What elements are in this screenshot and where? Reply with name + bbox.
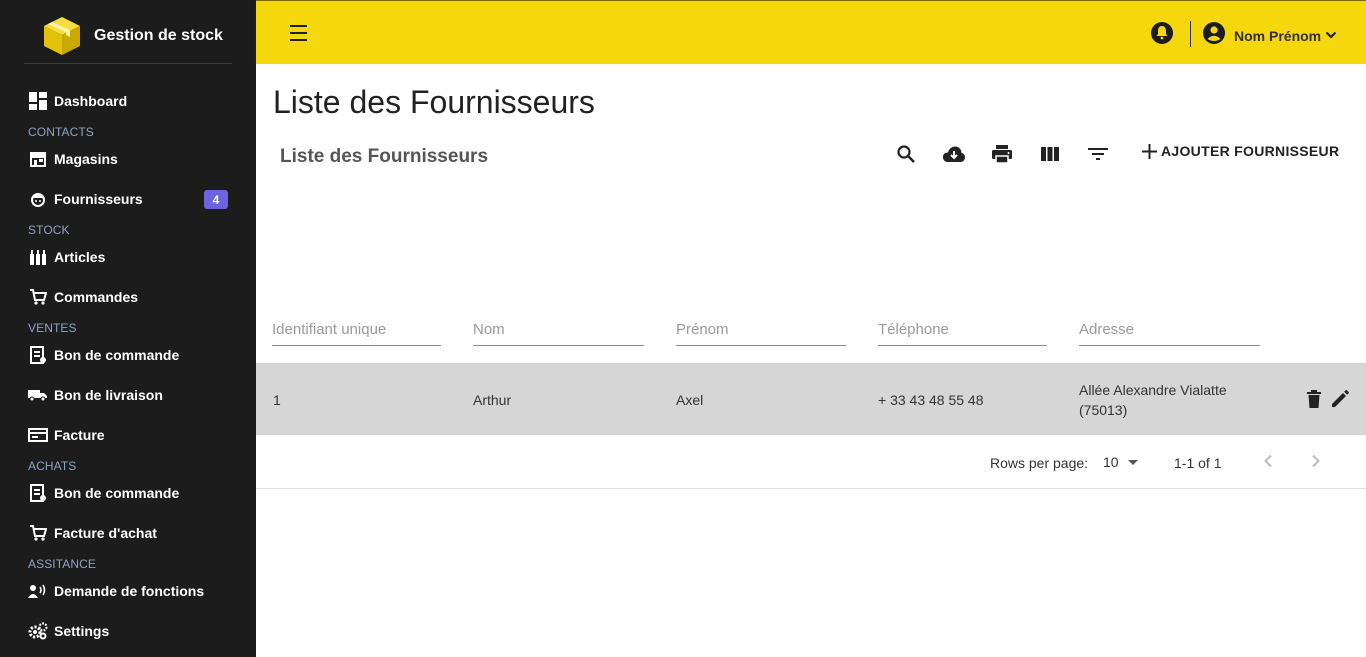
user-menu[interactable]: Nom Prénom — [1202, 21, 1337, 50]
cart-icon — [28, 287, 48, 307]
add-supplier-label: AJOUTER FOURNISSEUR — [1161, 143, 1340, 159]
account-circle-icon — [1202, 21, 1226, 50]
sidebar-item-magasins[interactable]: Magasins — [28, 148, 238, 170]
filter-input[interactable] — [1079, 321, 1260, 338]
sidebar-item-label: Facture — [54, 427, 105, 443]
bottles-icon — [28, 247, 48, 267]
sidebar-item-label: Facture d'achat — [54, 525, 157, 541]
package-box-icon — [43, 16, 81, 61]
section-stock: STOCK — [28, 223, 70, 237]
menu-icon[interactable] — [290, 25, 310, 41]
supplier-icon — [28, 189, 48, 209]
order-doc-icon — [28, 483, 48, 503]
sidebar: Gestion de stock Dashboard CONTACTS Maga… — [0, 0, 256, 657]
cell-nom: Arthur — [473, 392, 512, 408]
voice-request-icon — [28, 581, 48, 601]
row-actions — [1304, 388, 1350, 410]
sidebar-item-label: Magasins — [54, 151, 118, 167]
divider — [1190, 21, 1191, 47]
filter-input[interactable] — [473, 321, 644, 338]
section-contacts: CONTACTS — [28, 125, 94, 139]
count-badge: 4 — [204, 190, 228, 209]
sidebar-item-label: Bon de commande — [54, 347, 180, 363]
user-name: Nom Prénom — [1234, 27, 1322, 44]
brand[interactable]: Gestion de stock — [24, 0, 232, 64]
sidebar-item-facture[interactable]: Facture — [28, 424, 238, 446]
sidebar-item-fournisseurs[interactable]: Fournisseurs 4 — [28, 188, 238, 210]
filter-input[interactable] — [676, 321, 846, 338]
top-app-bar: Nom Prénom — [256, 0, 1366, 64]
pagination-range: 1-1 of 1 — [1174, 455, 1222, 471]
sidebar-item-dashboard[interactable]: Dashboard — [28, 90, 238, 112]
sidebar-item-label: Dashboard — [54, 93, 128, 109]
truck-icon — [28, 385, 48, 405]
next-page-button[interactable] — [1304, 451, 1328, 475]
add-supplier-button[interactable]: AJOUTER FOURNISSEUR — [1142, 143, 1339, 159]
edit-pencil-icon[interactable] — [1330, 388, 1350, 410]
store-icon — [28, 149, 48, 169]
cell-adresse-line1: Allée Alexandre Vialatte — [1079, 382, 1227, 398]
gears-icon — [28, 621, 48, 641]
invoice-icon — [28, 425, 48, 445]
sidebar-item-settings[interactable]: Settings — [28, 620, 238, 642]
sidebar-item-label: Demande de fonctions — [54, 583, 205, 599]
section-assistance: ASSITANCE — [28, 557, 97, 571]
rows-per-page-label: Rows per page: — [990, 455, 1089, 471]
search-icon[interactable] — [894, 142, 918, 166]
sidebar-item-label: Bon de livraison — [54, 387, 163, 403]
print-icon[interactable] — [990, 142, 1014, 166]
filter-input[interactable] — [878, 321, 1047, 338]
cloud-download-icon[interactable] — [942, 142, 966, 166]
filter-identifiant-input[interactable] — [272, 320, 441, 346]
chevron-left-icon — [1263, 454, 1273, 473]
caret-down-icon — [1127, 459, 1138, 465]
chevron-right-icon — [1311, 454, 1321, 473]
sidebar-item-label: Articles — [54, 249, 106, 265]
cell-id: 1 — [273, 392, 281, 408]
rows-per-page-select[interactable]: 10 — [1103, 454, 1138, 470]
chevron-down-icon — [1325, 27, 1337, 45]
cell-telephone: + 33 43 48 55 48 — [878, 392, 984, 408]
cell-adresse-line2: (75013) — [1079, 402, 1128, 418]
sidebar-item-commandes[interactable]: Commandes — [28, 286, 238, 308]
filter-adresse-input[interactable] — [1079, 320, 1260, 346]
sidebar-item-label: Bon de commande — [54, 485, 180, 501]
sidebar-item-articles[interactable]: Articles — [28, 246, 238, 268]
table-title: Liste des Fournisseurs — [280, 146, 489, 167]
delete-icon[interactable] — [1304, 388, 1324, 410]
sidebar-item-label: Fournisseurs — [54, 191, 143, 207]
filter-input[interactable] — [272, 321, 441, 338]
plus-icon — [1142, 143, 1157, 159]
previous-page-button[interactable] — [1256, 451, 1280, 475]
cell-prenom: Axel — [676, 392, 704, 408]
sidebar-item-bon-de-commande-ventes[interactable]: Bon de commande — [28, 344, 238, 366]
sidebar-item-label: Settings — [54, 623, 110, 639]
sidebar-item-facture-achat[interactable]: Facture d'achat — [28, 522, 238, 544]
filter-nom-input[interactable] — [473, 320, 644, 346]
section-achats: ACHATS — [28, 459, 77, 473]
data-table: Liste des Fournisseurs AJOUTER FOURNISSE… — [256, 122, 1366, 489]
table-pagination: Rows per page: 10 1-1 of 1 — [256, 435, 1366, 489]
filter-telephone-input[interactable] — [878, 320, 1047, 346]
app-title: Gestion de stock — [94, 27, 223, 44]
dashboard-icon — [28, 91, 48, 111]
sidebar-item-demande-de-fonctions[interactable]: Demande de fonctions — [28, 580, 238, 602]
notification-bell-icon[interactable] — [1150, 21, 1174, 50]
filter-list-icon[interactable] — [1086, 142, 1110, 166]
sidebar-item-label: Commandes — [54, 289, 139, 305]
order-doc-icon — [28, 345, 48, 365]
table-row[interactable]: 1 Arthur Axel + 33 43 48 55 48 Allée Ale… — [256, 363, 1366, 435]
sidebar-item-bon-de-commande-achats[interactable]: Bon de commande — [28, 482, 238, 504]
view-columns-icon[interactable] — [1038, 142, 1062, 166]
filter-prenom-input[interactable] — [676, 320, 846, 346]
cart-icon — [28, 523, 48, 543]
sidebar-item-bon-de-livraison[interactable]: Bon de livraison — [28, 384, 238, 406]
page-title: Liste des Fournisseurs — [273, 84, 595, 120]
section-ventes: VENTES — [28, 321, 77, 335]
rows-per-page-value: 10 — [1103, 454, 1119, 470]
